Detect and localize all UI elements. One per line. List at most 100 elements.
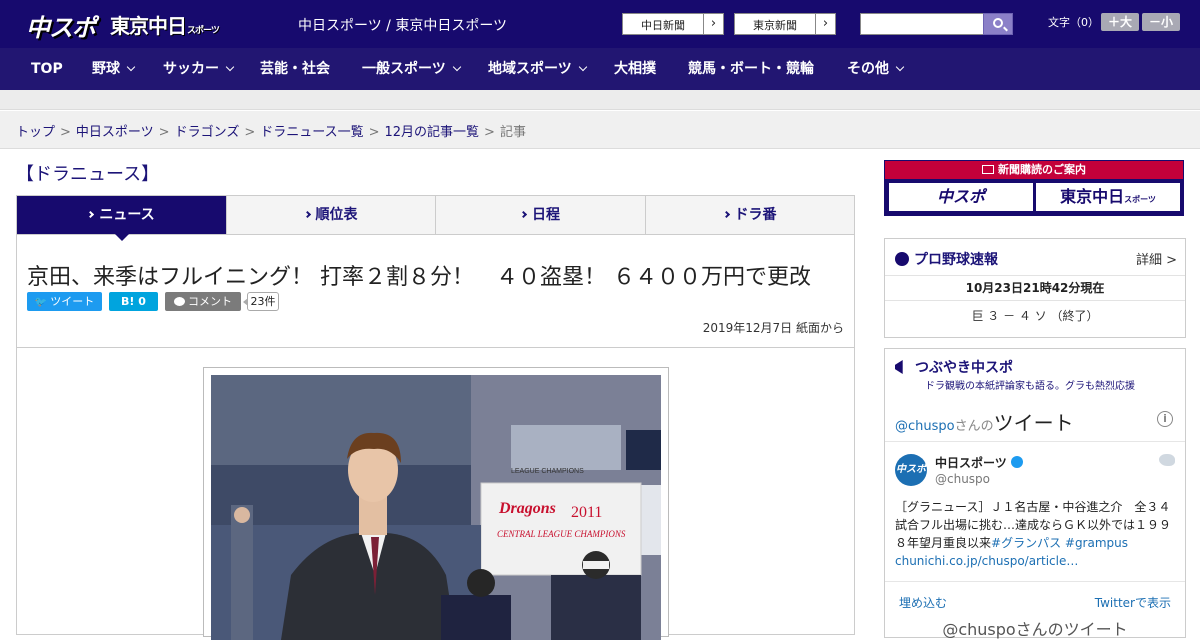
nav-entertainment[interactable]: 芸能・社会 [260, 48, 330, 90]
nav-sumo[interactable]: 大相撲 [614, 48, 656, 90]
chevron-down-icon [452, 62, 461, 72]
subscription-title: 新聞購読のご案内 [885, 161, 1183, 179]
banner-sub: CENTRAL LEAGUE CHAMPIONS [497, 529, 626, 539]
breadcrumb-separator: > [244, 125, 256, 140]
nav-top[interactable]: TOP [31, 48, 63, 90]
tweet-button[interactable]: 🐦 ツイート [27, 292, 102, 311]
baseball-icon [895, 252, 909, 266]
breadcrumb-dragons[interactable]: ドラゴンズ [175, 125, 240, 140]
tokyo-shimbun-label: 東京新聞 [753, 19, 797, 32]
megaphone-icon [895, 360, 903, 374]
tokyo-chunichi-logo[interactable]: 東京中日スポーツ [110, 10, 220, 39]
tweet-account-name[interactable]: 中日スポーツ [935, 454, 1023, 471]
chunichi-shimbun-label: 中日新聞 [641, 19, 685, 32]
banner-year: 2011 [571, 504, 602, 521]
tokyo-logo-text: 東京中日 [110, 14, 187, 38]
divider [17, 347, 854, 348]
breadcrumb-separator: > [484, 125, 495, 140]
article-body: 京田、来季はフルイニング！ 打率２割８分！ ４０盗塁！ ６４００万円で更改 🐦 ツ… [16, 235, 855, 640]
search-box [860, 13, 1013, 35]
timeline-bottom-label: @chuspoさんのツイート [942, 620, 1128, 639]
timeline-label: ツイート [993, 411, 1074, 435]
pro-baseball-title-text: プロ野球速報 [914, 252, 998, 268]
tweet-item[interactable]: 中スポ 中日スポーツ @chuspo ［グラニュース］Ｊ１名古屋・中谷進之介 全… [885, 441, 1185, 581]
chevron-right-icon [722, 210, 730, 219]
breadcrumb-top[interactable]: トップ [16, 125, 55, 140]
top-header: 中スポ 東京中日スポーツ 中日スポーツ / 東京中日スポーツ 中日新聞 › 東京… [0, 0, 1200, 48]
sign-league: LEAGUE CHAMPIONS [511, 468, 584, 475]
chevron-down-icon [578, 62, 587, 72]
article-photo-frame: Dragons 2011 CENTRAL LEAGUE CHAMPIONS LE… [203, 367, 669, 640]
nav-soccer[interactable]: サッカー [163, 48, 235, 90]
tsubuyaki-box: つぶやき中スポ ドラ観戦の本紙評論家も語る。グラも熱烈応援 @chuspoさんの… [884, 348, 1186, 639]
nav-other[interactable]: その他 [847, 48, 905, 90]
nav-baseball[interactable]: 野球 [92, 48, 136, 90]
article-headline: 京田、来季はフルイニング！ 打率２割８分！ ４０盗塁！ ６４００万円で更改 [27, 265, 811, 290]
timeline-header: @chuspoさんのツイート [895, 407, 1074, 436]
twitter-bird-icon: 🐦 [34, 297, 48, 308]
speech-bubble-icon [174, 297, 185, 306]
nav-general-sports[interactable]: 一般スポーツ [362, 48, 461, 90]
nav-label: 芸能・社会 [260, 61, 330, 77]
tweet-link[interactable]: chunichi.co.jp/chuspo/article… [895, 554, 1078, 568]
chevron-down-icon [126, 62, 136, 72]
main-nav: TOP 野球 サッカー 芸能・社会 一般スポーツ 地域スポーツ 大相撲 競馬・ボ… [0, 48, 1200, 90]
pro-baseball-detail-link[interactable]: 詳細 > [1136, 249, 1177, 268]
embed-link[interactable]: 埋め込む [899, 594, 947, 611]
view-on-twitter-link[interactable]: Twitterで表示 [1095, 594, 1171, 611]
chevron-down-icon [895, 62, 905, 72]
breadcrumb-current: 記事 [499, 125, 526, 140]
timeline-handle[interactable]: @chuspo [895, 419, 955, 434]
hatena-count: 0 [138, 295, 146, 308]
chevron-right-icon: › [703, 14, 723, 34]
tab-dora-ban[interactable]: ドラ番 [646, 196, 854, 234]
comment-button[interactable]: コメント [165, 292, 241, 311]
tokyo-shimbun-link[interactable]: 東京新聞 › [734, 13, 836, 35]
search-input[interactable] [863, 15, 979, 33]
section-title: 【ドラニュース】 [16, 164, 160, 185]
info-icon[interactable]: i [1157, 411, 1173, 427]
tweet-account-handle[interactable]: @chuspo [935, 472, 990, 486]
subscription-logo-tokyo-text: 東京中日 [1060, 187, 1125, 206]
breadcrumb-december[interactable]: 12月の記事一覧 [385, 125, 480, 140]
site-name: 中日スポーツ / 東京中日スポーツ [298, 18, 508, 34]
font-smaller-button[interactable]: －小 [1142, 13, 1180, 31]
hatena-bookmark-button[interactable]: B! 0 [109, 292, 158, 311]
tab-label: 日程 [532, 207, 560, 223]
avatar[interactable]: 中スポ [895, 454, 927, 486]
tweet-label: ツイート [50, 295, 95, 308]
subscription-banner[interactable]: 新聞購読のご案内 中スポ 東京中日スポーツ [884, 160, 1184, 216]
verified-badge-icon [1010, 456, 1023, 468]
pro-baseball-box: プロ野球速報 詳細 > 10月23日21時42分現在 巨 ３ － ４ ソ （終了… [884, 238, 1186, 338]
article-date: 2019年12月7日 紙面から [702, 321, 844, 335]
tab-schedule[interactable]: 日程 [436, 196, 646, 234]
tab-standings[interactable]: 順位表 [227, 196, 436, 234]
timeline-suffix: さんの [954, 419, 994, 434]
breadcrumb-chuspo[interactable]: 中日スポーツ [76, 125, 154, 140]
chevron-right-icon [303, 210, 311, 219]
subscription-logo-tokyo-small: スポーツ [1124, 195, 1156, 204]
breadcrumb-dra-news[interactable]: ドラニュース一覧 [260, 125, 363, 140]
article-photo[interactable]: Dragons 2011 CENTRAL LEAGUE CHAMPIONS LE… [211, 375, 661, 640]
font-larger-button[interactable]: ＋大 [1101, 13, 1139, 31]
search-button[interactable] [983, 13, 1013, 35]
twitter-bird-icon [1159, 454, 1175, 466]
chevron-right-icon: › [815, 14, 835, 34]
tsubuyaki-title-text: つぶやき中スポ [915, 360, 1013, 376]
photo-illustration: Dragons 2011 CENTRAL LEAGUE CHAMPIONS LE… [211, 375, 661, 640]
tweet-hashtags[interactable]: #グランパス #grampus [991, 536, 1128, 550]
nav-racing[interactable]: 競馬・ボート・競輪 [688, 48, 814, 90]
nav-label: 一般スポーツ [362, 61, 446, 77]
chuspo-logo[interactable]: 中スポ [26, 8, 96, 43]
chunichi-shimbun-link[interactable]: 中日新聞 › [622, 13, 724, 35]
subscription-logo-chuspo: 中スポ [889, 183, 1033, 211]
article-tabs: ニュース 順位表 日程 ドラ番 [16, 195, 855, 241]
tab-news[interactable]: ニュース [17, 196, 227, 241]
tab-label: 順位表 [315, 207, 358, 223]
newspaper-icon [982, 165, 994, 174]
nav-regional-sports[interactable]: 地域スポーツ [488, 48, 587, 90]
hatena-label: B! [121, 295, 135, 308]
breadcrumb-separator: > [158, 125, 170, 140]
pro-baseball-score[interactable]: 巨 ３ － ４ ソ （終了） [885, 307, 1185, 324]
breadcrumb-separator: > [60, 125, 71, 140]
